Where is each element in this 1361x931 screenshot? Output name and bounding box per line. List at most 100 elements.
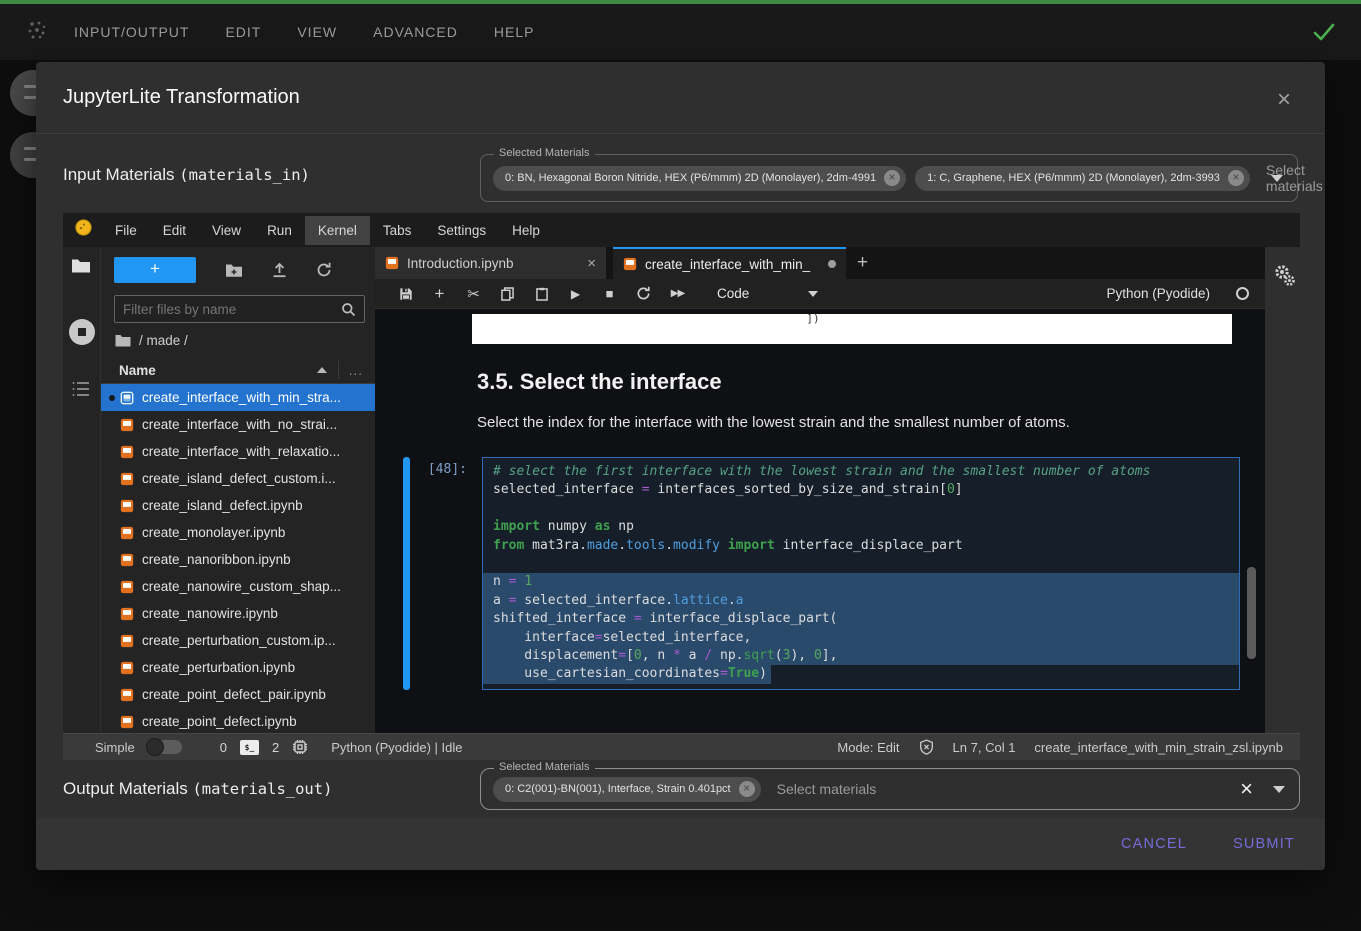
kernel-status-icon[interactable] bbox=[1236, 287, 1249, 300]
file-row[interactable]: create_nanowire.ipynb bbox=[101, 600, 375, 627]
chevron-down-icon[interactable] bbox=[1273, 786, 1285, 793]
running-kernels-icon[interactable] bbox=[69, 319, 95, 345]
breadcrumb-path: / made / bbox=[139, 333, 188, 348]
cell-type-select[interactable]: Code bbox=[717, 286, 749, 301]
more-options-icon[interactable]: ... bbox=[349, 363, 363, 378]
close-icon[interactable]: × bbox=[1277, 88, 1291, 112]
file-row[interactable]: create_interface_with_no_strai... bbox=[101, 411, 375, 438]
code-line: from mat3ra.made.tools.modify import int… bbox=[493, 537, 1229, 555]
jl-menu-edit[interactable]: Edit bbox=[150, 216, 199, 245]
refresh-icon[interactable] bbox=[316, 262, 332, 278]
notebook-icon bbox=[120, 553, 142, 567]
terminal-count: 0 bbox=[220, 740, 227, 755]
file-row[interactable]: create_island_defect_custom.i... bbox=[101, 465, 375, 492]
file-row[interactable]: create_nanowire_custom_shap... bbox=[101, 573, 375, 600]
scrollbar-thumb[interactable] bbox=[1247, 567, 1256, 659]
jl-menu-tabs[interactable]: Tabs bbox=[370, 216, 425, 245]
menu-item-help[interactable]: HELP bbox=[494, 24, 535, 40]
file-row[interactable]: create_perturbation.ipynb bbox=[101, 654, 375, 681]
cancel-button[interactable]: CANCEL bbox=[1121, 836, 1187, 852]
menu-item-advanced[interactable]: ADVANCED bbox=[373, 24, 458, 40]
new-folder-icon[interactable] bbox=[225, 263, 243, 278]
simple-mode-label: Simple bbox=[95, 740, 135, 755]
jl-menu-file[interactable]: File bbox=[102, 216, 150, 245]
jl-menu-help[interactable]: Help bbox=[499, 216, 553, 245]
material-chip[interactable]: 0: BN, Hexagonal Boron Nitride, HEX (P6/… bbox=[493, 166, 906, 191]
close-tab-icon[interactable]: × bbox=[587, 255, 596, 272]
jupyterlab-menubar-items: FileEditViewRunKernelTabsSettingsHelp bbox=[102, 216, 553, 245]
code-editor[interactable]: # select the first interface with the lo… bbox=[482, 457, 1240, 690]
jupyterlab-main: + bbox=[63, 247, 1300, 733]
previous-cell-overflow: ]) bbox=[472, 314, 1232, 344]
new-launcher-button[interactable]: + bbox=[114, 257, 196, 283]
name-column-header: Name bbox=[119, 363, 156, 378]
output-chips: 0: C2(001)-BN(001), Interface, Strain 0.… bbox=[493, 777, 761, 802]
input-chips: 0: BN, Hexagonal Boron Nitride, HEX (P6/… bbox=[493, 166, 1250, 191]
file-row[interactable]: create_point_defect.ipynb bbox=[101, 708, 375, 733]
material-chip[interactable]: 1: C, Graphene, HEX (P6/mmm) 2D (Monolay… bbox=[915, 166, 1250, 191]
cursor-position[interactable]: Ln 7, Col 1 bbox=[953, 740, 1016, 755]
dialog-action-bar: CANCEL SUBMIT bbox=[36, 818, 1325, 870]
file-row[interactable]: create_interface_with_min_stra... bbox=[101, 384, 375, 411]
code-line: a = selected_interface.lattice.a bbox=[483, 592, 1239, 610]
add-cell-icon[interactable]: + bbox=[431, 284, 448, 304]
file-browser-icon[interactable] bbox=[71, 257, 91, 280]
table-of-contents-icon[interactable] bbox=[71, 380, 91, 403]
trust-shield-icon[interactable] bbox=[919, 739, 934, 755]
file-name-label: create_nanoribbon.ipynb bbox=[142, 552, 291, 567]
file-filter bbox=[114, 295, 365, 323]
menu-item-input-output[interactable]: INPUT/OUTPUT bbox=[74, 24, 189, 40]
file-row[interactable]: create_monolayer.ipynb bbox=[101, 519, 375, 546]
jl-menu-settings[interactable]: Settings bbox=[424, 216, 499, 245]
cell-collapser[interactable] bbox=[403, 457, 410, 690]
notebook-icon bbox=[120, 715, 142, 729]
file-row[interactable]: create_interface_with_relaxatio... bbox=[101, 438, 375, 465]
jl-menu-run[interactable]: Run bbox=[254, 216, 305, 245]
chevron-down-icon[interactable] bbox=[1271, 175, 1283, 182]
code-line bbox=[493, 500, 1229, 518]
tab-create-interface[interactable]: create_interface_with_min_ bbox=[613, 247, 846, 279]
file-filter-input[interactable] bbox=[115, 302, 341, 317]
file-name-label: create_nanowire.ipynb bbox=[142, 606, 278, 621]
kernel-status-label[interactable]: Python (Pyodide) | Idle bbox=[331, 740, 462, 755]
output-materials-select[interactable]: Selected Materials 0: C2(001)-BN(001), I… bbox=[480, 768, 1300, 810]
file-row[interactable]: create_perturbation_custom.ip... bbox=[101, 627, 375, 654]
file-row[interactable]: create_nanoribbon.ipynb bbox=[101, 546, 375, 573]
file-row[interactable]: create_point_defect_pair.ipynb bbox=[101, 681, 375, 708]
file-name-label: create_interface_with_no_strai... bbox=[142, 417, 337, 432]
file-name-label: create_nanowire_custom_shap... bbox=[142, 579, 341, 594]
restart-kernel-icon[interactable] bbox=[635, 286, 652, 301]
submit-button[interactable]: SUBMIT bbox=[1233, 836, 1295, 852]
run-all-icon[interactable]: ▶▶ bbox=[669, 288, 686, 299]
menu-item-edit[interactable]: EDIT bbox=[225, 24, 261, 40]
upload-icon[interactable] bbox=[272, 262, 287, 278]
run-cell-icon[interactable]: ▶ bbox=[567, 287, 584, 301]
clear-selection-icon[interactable]: × bbox=[1240, 779, 1253, 799]
jl-menu-kernel[interactable]: Kernel bbox=[305, 216, 370, 245]
file-row[interactable]: create_island_defect.ipynb bbox=[101, 492, 375, 519]
save-icon[interactable] bbox=[397, 287, 414, 301]
tab-introduction[interactable]: Introduction.ipynb × bbox=[375, 247, 606, 279]
cut-cell-icon[interactable]: ✂ bbox=[465, 285, 482, 303]
jl-menu-view[interactable]: View bbox=[199, 216, 254, 245]
mode-indicator: Mode: Edit bbox=[837, 740, 899, 755]
material-chip[interactable]: 0: C2(001)-BN(001), Interface, Strain 0.… bbox=[493, 777, 761, 802]
breadcrumb[interactable]: / made / bbox=[101, 323, 375, 357]
file-list-header[interactable]: Name ... bbox=[101, 357, 375, 384]
simple-mode-toggle[interactable] bbox=[148, 740, 182, 754]
input-materials-select[interactable]: Selected Materials 0: BN, Hexagonal Boro… bbox=[480, 154, 1298, 202]
add-tab-icon[interactable]: + bbox=[846, 247, 879, 279]
notebook-content[interactable]: ]) 3.5. Select the interface Select the … bbox=[375, 309, 1265, 733]
menu-item-view[interactable]: VIEW bbox=[297, 24, 337, 40]
settings-gears-icon[interactable] bbox=[1273, 263, 1297, 294]
remove-chip-icon[interactable]: × bbox=[884, 170, 900, 186]
remove-chip-icon[interactable]: × bbox=[739, 781, 755, 797]
app-logo-icon[interactable] bbox=[26, 19, 48, 46]
input-materials-label: Input Materials (materials_in) bbox=[63, 165, 310, 185]
kernel-name-label[interactable]: Python (Pyodide) bbox=[1106, 286, 1210, 301]
remove-chip-icon[interactable]: × bbox=[1228, 170, 1244, 186]
stop-kernel-icon[interactable]: ■ bbox=[601, 286, 618, 301]
paste-cell-icon[interactable] bbox=[533, 287, 550, 301]
copy-cell-icon[interactable] bbox=[499, 287, 516, 301]
cell-type-caret-icon[interactable] bbox=[808, 291, 818, 297]
